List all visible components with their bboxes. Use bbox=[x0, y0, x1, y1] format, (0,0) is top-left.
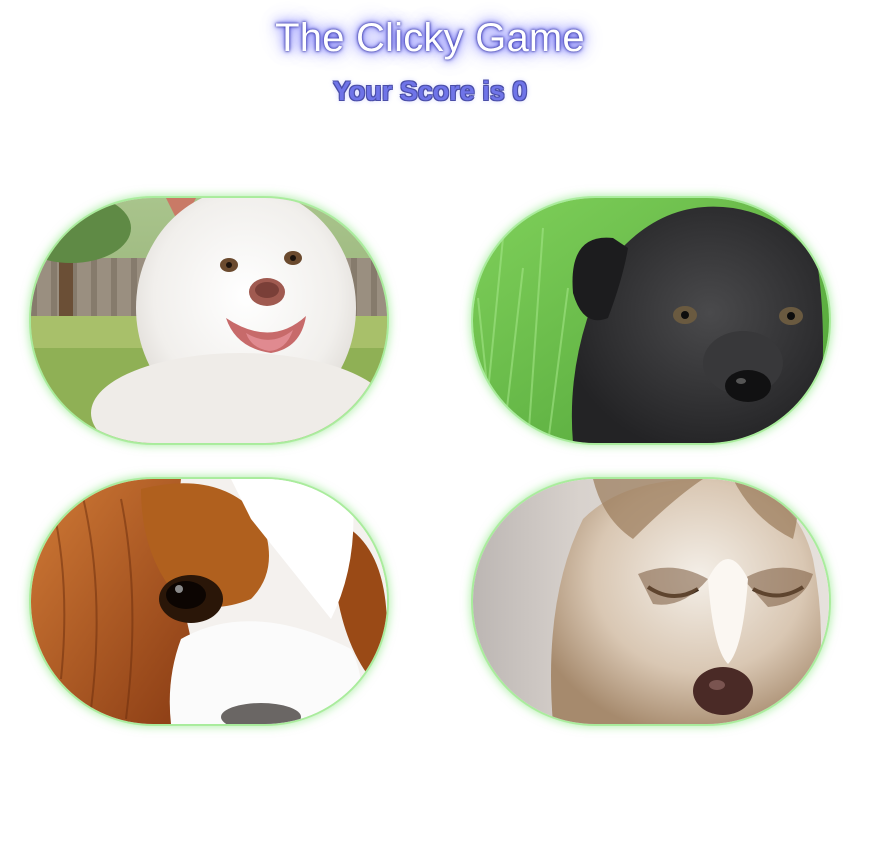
page-title: The Clicky Game bbox=[275, 16, 585, 60]
puppy-card-husky[interactable] bbox=[473, 479, 829, 724]
puppy-card-black-lab[interactable] bbox=[473, 198, 829, 443]
puppy-image bbox=[31, 479, 387, 724]
puppy-card-white-fluffy[interactable] bbox=[31, 198, 387, 443]
puppy-image bbox=[31, 198, 387, 443]
puppy-image bbox=[473, 479, 829, 724]
puppy-card-cavalier[interactable] bbox=[31, 479, 387, 724]
puppy-image bbox=[473, 198, 829, 443]
score-display: Your Score is 0 bbox=[332, 76, 528, 106]
